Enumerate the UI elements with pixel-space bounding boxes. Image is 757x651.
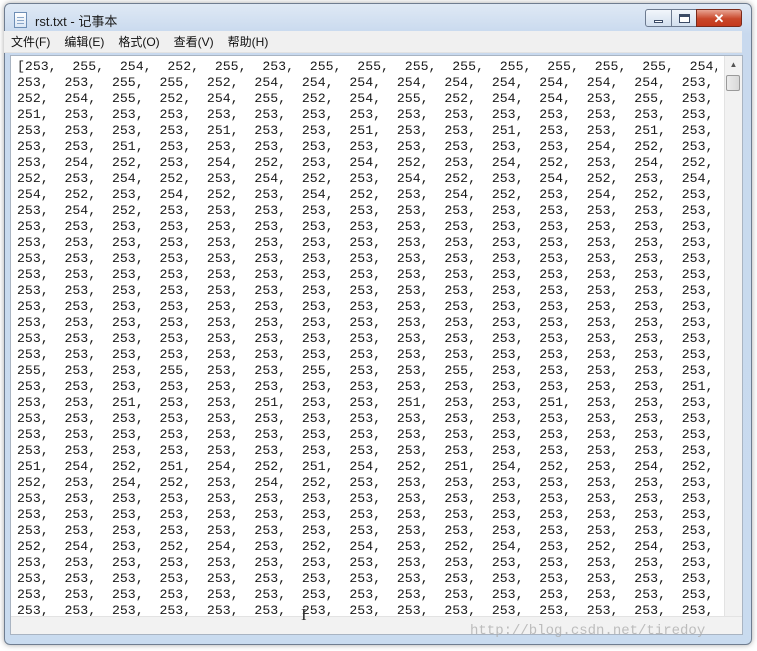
text-line: 253, 254, 252, 253, 253, 253, 253, 253, … — [17, 203, 714, 218]
text-line: 253, 253, 253, 253, 253, 253, 253, 253, … — [17, 235, 714, 250]
close-icon: ✕ — [713, 10, 725, 26]
text-line: 252, 253, 254, 252, 253, 254, 252, 253, … — [17, 475, 714, 490]
text-line: 253, 253, 253, 253, 253, 253, 253, 253, … — [17, 219, 714, 234]
menu-bar: 文件(F) 编辑(E) 格式(O) 查看(V) 帮助(H) — [4, 31, 742, 53]
text-line: 253, 254, 252, 253, 254, 252, 253, 254, … — [17, 155, 714, 170]
text-line: 254, 252, 253, 254, 252, 253, 254, 252, … — [17, 187, 714, 202]
text-line: 255, 253, 253, 255, 253, 253, 255, 253, … — [17, 363, 714, 378]
window-title: rst.txt - 记事本 — [35, 14, 118, 29]
text-line: 253, 253, 253, 253, 253, 253, 253, 253, … — [17, 283, 714, 298]
menu-help[interactable]: 帮助(H) — [221, 32, 276, 52]
close-button[interactable]: ✕ — [696, 9, 742, 27]
text-line: 253, 253, 253, 253, 253, 253, 253, 253, … — [17, 347, 714, 362]
menu-file[interactable]: 文件(F) — [4, 32, 57, 52]
text-line: 252, 254, 255, 252, 254, 255, 252, 254, … — [17, 91, 714, 106]
text-line: 253, 253, 253, 253, 253, 253, 253, 253, … — [17, 587, 714, 602]
text-line: 253, 253, 253, 253, 253, 253, 253, 253, … — [17, 443, 714, 458]
title-bar[interactable]: rst.txt - 记事本 ✕ — [5, 4, 751, 34]
text-line: 253, 253, 253, 253, 253, 253, 253, 253, … — [17, 523, 714, 538]
text-cursor-icon: I — [301, 605, 307, 624]
text-line: 253, 253, 253, 253, 253, 253, 253, 253, … — [17, 507, 714, 522]
maximize-icon — [678, 13, 690, 23]
text-line: [253, 255, 254, 252, 255, 253, 255, 255,… — [17, 59, 717, 74]
text-line: 251, 254, 252, 251, 254, 252, 251, 254, … — [17, 459, 714, 474]
text-line: 252, 254, 253, 252, 254, 253, 252, 254, … — [17, 539, 714, 554]
menu-view[interactable]: 查看(V) — [167, 32, 221, 52]
minimize-icon — [654, 19, 663, 23]
text-line: 253, 253, 253, 253, 253, 253, 253, 253, … — [17, 555, 714, 570]
scroll-up-icon[interactable]: ▲ — [725, 56, 742, 73]
text-editor[interactable]: [253, 255, 254, 252, 255, 253, 255, 255,… — [10, 55, 743, 635]
text-line: 253, 253, 251, 253, 253, 251, 253, 253, … — [17, 395, 714, 410]
text-line: 253, 253, 255, 255, 252, 254, 254, 254, … — [17, 75, 714, 90]
text-line: 252, 253, 254, 252, 253, 254, 252, 253, … — [17, 171, 714, 186]
menu-format[interactable]: 格式(O) — [111, 32, 166, 52]
text-line: 253, 253, 251, 253, 253, 253, 253, 253, … — [17, 139, 714, 154]
text-line: 253, 253, 253, 253, 253, 253, 253, 253, … — [17, 491, 714, 506]
text-line: 253, 253, 253, 253, 253, 253, 253, 253, … — [17, 299, 714, 314]
watermark: http://blog.csdn.net/tiredoy — [470, 623, 706, 639]
text-line: 253, 253, 253, 253, 253, 253, 253, 253, … — [17, 251, 714, 266]
maximize-button[interactable] — [671, 9, 697, 27]
text-line: 253, 253, 253, 253, 253, 253, 253, 253, … — [17, 571, 714, 586]
notepad-icon — [14, 12, 27, 28]
text-line: 253, 253, 253, 253, 253, 253, 253, 253, … — [17, 411, 714, 426]
minimize-button[interactable] — [645, 9, 672, 27]
text-line: 253, 253, 253, 253, 253, 253, 253, 253, … — [17, 267, 714, 282]
text-line: 253, 253, 253, 253, 251, 253, 253, 251, … — [17, 123, 714, 138]
vertical-scrollbar[interactable]: ▲ — [724, 56, 742, 618]
text-line: 253, 253, 253, 253, 253, 253, 253, 253, … — [17, 379, 714, 394]
menu-edit[interactable]: 编辑(E) — [57, 32, 111, 52]
scroll-thumb[interactable] — [726, 75, 740, 91]
text-line: 253, 253, 253, 253, 253, 253, 253, 253, … — [17, 427, 714, 442]
text-line: 251, 253, 253, 253, 253, 253, 253, 253, … — [17, 107, 714, 122]
text-line: 253, 253, 253, 253, 253, 253, 253, 253, … — [17, 331, 714, 346]
document-text[interactable]: [253, 255, 254, 252, 255, 253, 255, 255,… — [17, 59, 717, 633]
text-line: 253, 253, 253, 253, 253, 253, 253, 253, … — [17, 315, 714, 330]
